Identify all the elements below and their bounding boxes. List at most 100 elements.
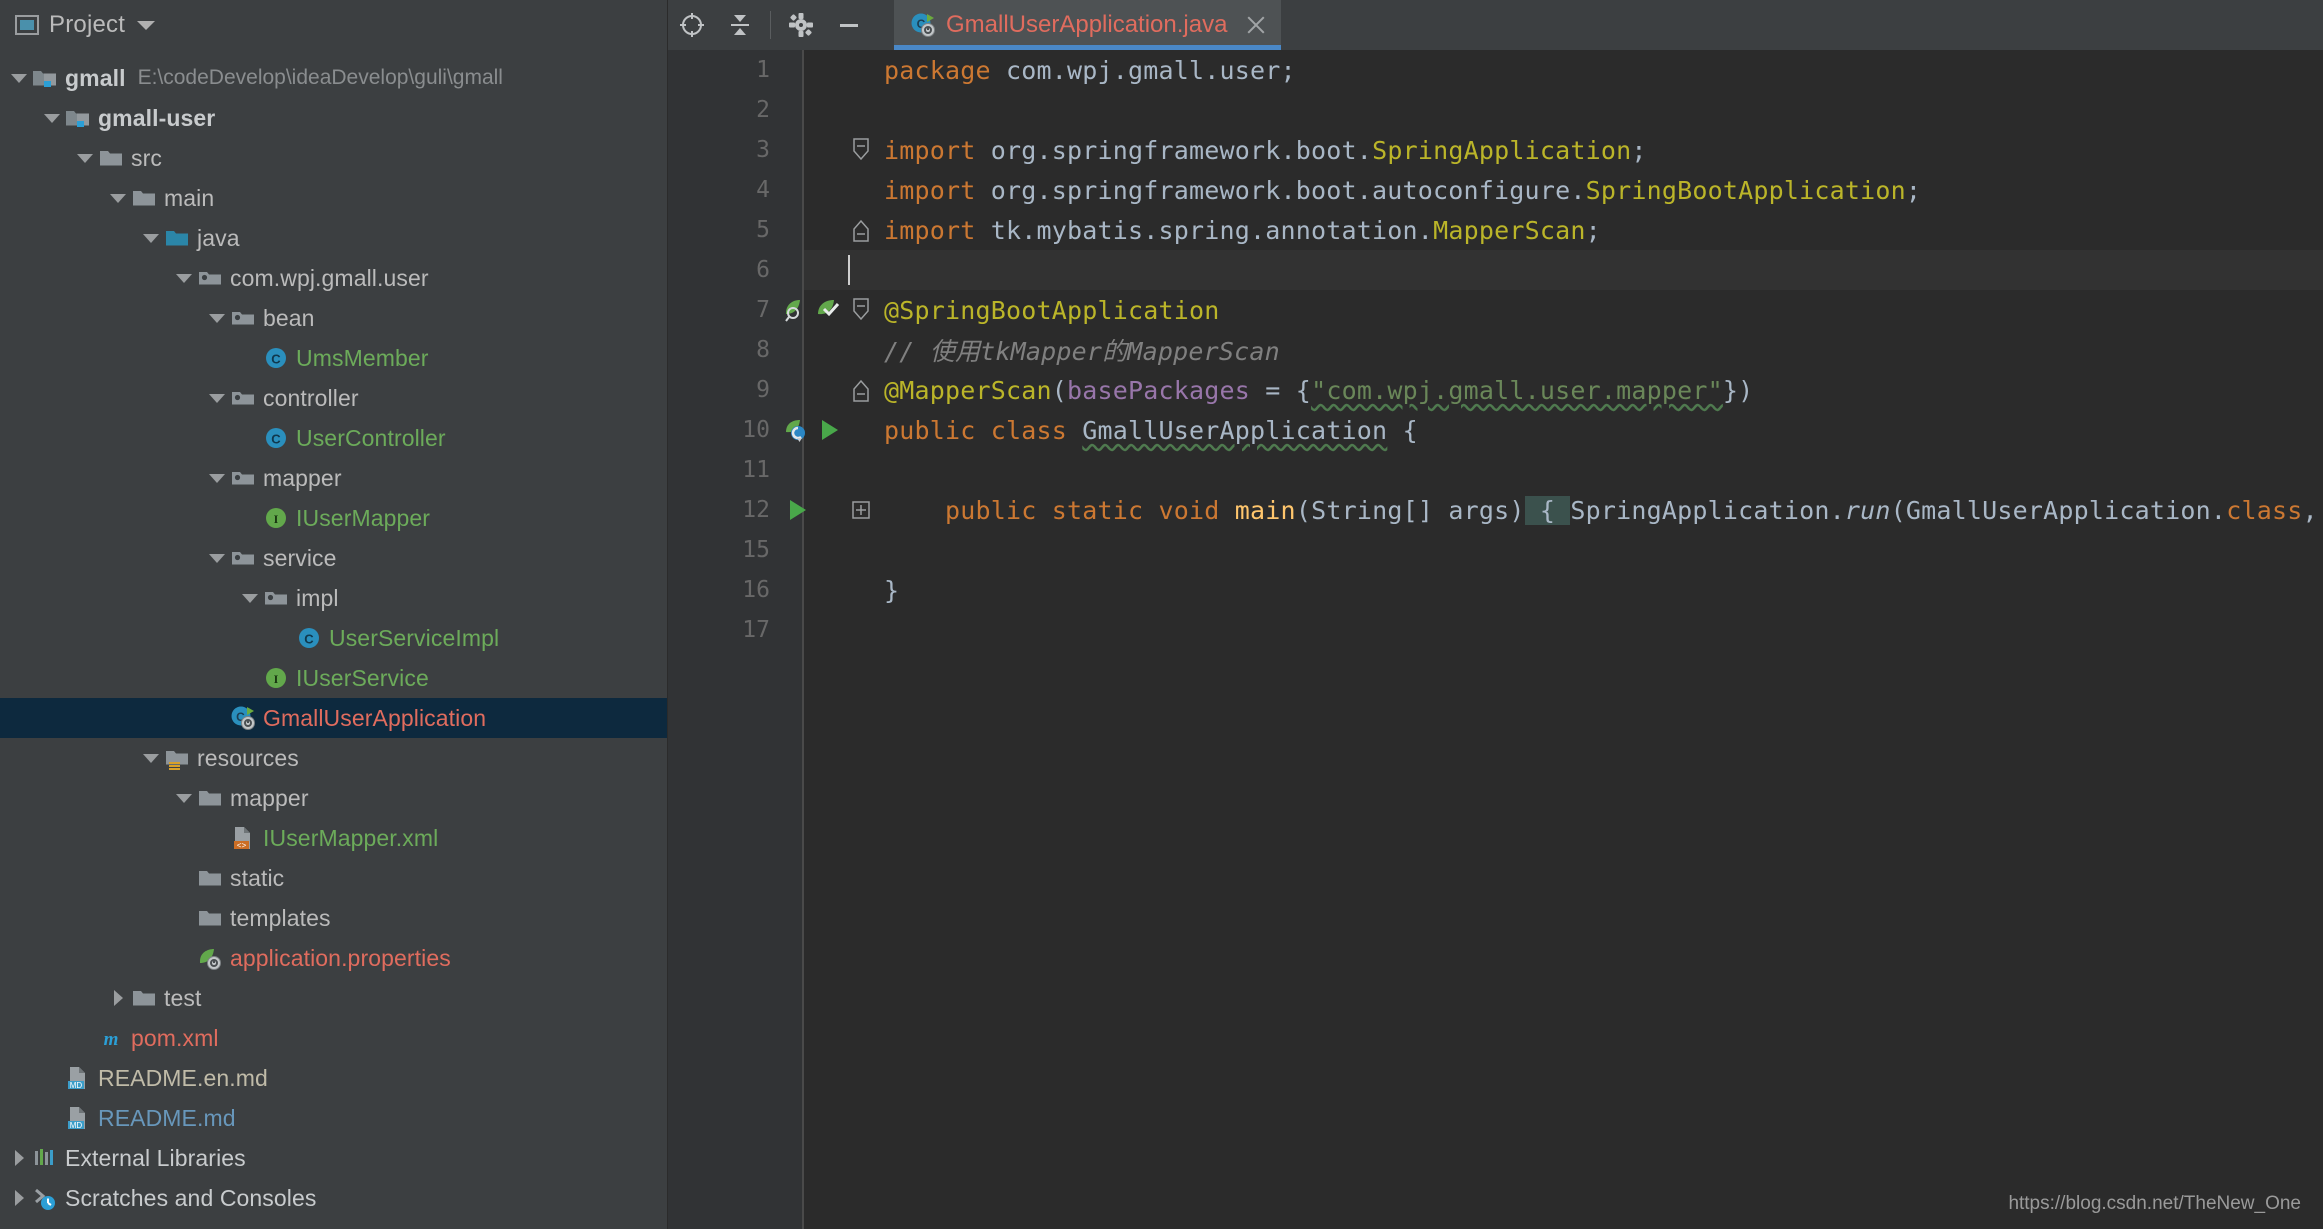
- spring-bean-check-icon[interactable]: [816, 296, 844, 324]
- gutter-icon-group[interactable]: [780, 610, 848, 650]
- tree-twisty-expanded-icon[interactable]: [138, 738, 164, 778]
- code-line-6[interactable]: 6: [668, 250, 2323, 290]
- code-line-12[interactable]: 12 public static void main(String[] args…: [668, 490, 2323, 530]
- tree-row-test[interactable]: test: [0, 978, 667, 1018]
- tree-row-iusermapper[interactable]: IIUserMapper: [0, 498, 667, 538]
- editor-tab-gmalluserapplication[interactable]: C GmallUserApplication.java: [894, 0, 1281, 50]
- tree-row-external-libraries[interactable]: External Libraries: [0, 1138, 667, 1178]
- tree-twisty-expanded-icon[interactable]: [39, 98, 65, 138]
- tree-twisty-collapsed-icon[interactable]: [6, 1178, 32, 1218]
- fold-collapsed-icon[interactable]: [848, 490, 874, 530]
- spring-config-icon[interactable]: [784, 416, 812, 444]
- editor-viewport[interactable]: 1package com.wpj.gmall.user;23import org…: [668, 50, 2323, 1229]
- tree-row-bean[interactable]: bean: [0, 298, 667, 338]
- tree-row-iuserservice[interactable]: IIUserService: [0, 658, 667, 698]
- gutter-icon-group[interactable]: [780, 490, 848, 530]
- tree-row-controller[interactable]: controller: [0, 378, 667, 418]
- collapse-all-icon[interactable]: [716, 3, 764, 47]
- gutter-icon-group[interactable]: [780, 130, 848, 170]
- gutter-icon-group[interactable]: [780, 410, 848, 450]
- code-line-7[interactable]: 7@SpringBootApplication: [668, 290, 2323, 330]
- gutter-icon-group[interactable]: [780, 530, 848, 570]
- tree-row-java[interactable]: java: [0, 218, 667, 258]
- close-icon[interactable]: [1245, 14, 1267, 36]
- tree-twisty-expanded-icon[interactable]: [204, 458, 230, 498]
- code-line-10[interactable]: 10public class GmallUserApplication {: [668, 410, 2323, 450]
- code-line-15[interactable]: 15: [668, 530, 2323, 570]
- locate-icon[interactable]: [668, 3, 716, 47]
- tree-twisty-expanded-icon[interactable]: [138, 218, 164, 258]
- code-line-17[interactable]: 17: [668, 610, 2323, 650]
- gutter-icon-group[interactable]: [780, 570, 848, 610]
- tree-row-main[interactable]: main: [0, 178, 667, 218]
- gutter-icon-group[interactable]: [780, 90, 848, 130]
- tree-row-service[interactable]: service: [0, 538, 667, 578]
- tree-twisty-expanded-icon[interactable]: [6, 58, 32, 98]
- tree-row-gmalluserapplication[interactable]: CGmallUserApplication: [0, 698, 667, 738]
- tree-row-readme-md[interactable]: MDREADME.md: [0, 1098, 667, 1138]
- code-line-2[interactable]: 2: [668, 90, 2323, 130]
- gutter-icon-group[interactable]: [780, 210, 848, 250]
- run-icon[interactable]: [784, 496, 812, 524]
- minimize-icon[interactable]: [825, 3, 873, 47]
- tree-row-com-wpj-gmall-user[interactable]: com.wpj.gmall.user: [0, 258, 667, 298]
- project-toolwindow-header[interactable]: Project: [0, 0, 668, 50]
- tree-twisty-expanded-icon[interactable]: [204, 538, 230, 578]
- code-line-9[interactable]: 9@MapperScan(basePackages = {"com.wpj.gm…: [668, 370, 2323, 410]
- gutter-icon-group[interactable]: [780, 170, 848, 210]
- package-icon: [197, 265, 223, 291]
- tree-twisty-expanded-icon[interactable]: [171, 778, 197, 818]
- tree-row-userserviceimpl[interactable]: CUserServiceImpl: [0, 618, 667, 658]
- tree-twisty-expanded-icon[interactable]: [237, 578, 263, 618]
- gutter-icon-group[interactable]: [780, 370, 848, 410]
- tree-row-label: service: [263, 545, 337, 572]
- tree-row-usercontroller[interactable]: CUserController: [0, 418, 667, 458]
- code-line-11[interactable]: 11: [668, 450, 2323, 490]
- code-content[interactable]: 1package com.wpj.gmall.user;23import org…: [668, 50, 2323, 1229]
- tree-twisty-expanded-icon[interactable]: [204, 378, 230, 418]
- fold-end-icon[interactable]: [848, 370, 874, 410]
- code-line-1[interactable]: 1package com.wpj.gmall.user;: [668, 50, 2323, 90]
- code-line-4[interactable]: 4import org.springframework.boot.autocon…: [668, 170, 2323, 210]
- tree-row-static[interactable]: static: [0, 858, 667, 898]
- code-line-8[interactable]: 8// 使用tkMapper的MapperScan: [668, 330, 2323, 370]
- resource-root-folder-icon: [164, 745, 190, 771]
- gear-icon[interactable]: [777, 3, 825, 47]
- tree-twisty-expanded-icon[interactable]: [204, 298, 230, 338]
- tree-twisty-collapsed-icon[interactable]: [105, 978, 131, 1018]
- fold-start-icon[interactable]: [848, 130, 874, 170]
- tree-row-mapper[interactable]: mapper: [0, 778, 667, 818]
- tree-twisty-expanded-icon[interactable]: [105, 178, 131, 218]
- gutter-icon-group[interactable]: [780, 290, 848, 330]
- tree-row-templates[interactable]: templates: [0, 898, 667, 938]
- tree-row-pom-xml[interactable]: mpom.xml: [0, 1018, 667, 1058]
- tree-row-resources[interactable]: resources: [0, 738, 667, 778]
- tree-row-src[interactable]: src: [0, 138, 667, 178]
- tree-row-application-properties[interactable]: application.properties: [0, 938, 667, 978]
- fold-end-icon[interactable]: [848, 210, 874, 250]
- tree-row-label: gmall: [65, 65, 126, 92]
- tree-twisty-expanded-icon[interactable]: [171, 258, 197, 298]
- code-line-5[interactable]: 5import tk.mybatis.spring.annotation.Map…: [668, 210, 2323, 250]
- project-tree[interactable]: gmallE:\codeDevelop\ideaDevelop\guli\gma…: [0, 50, 668, 1229]
- chevron-down-icon[interactable]: [137, 21, 155, 30]
- tree-row-impl[interactable]: impl: [0, 578, 667, 618]
- tree-twisty-expanded-icon[interactable]: [72, 138, 98, 178]
- tree-row-gmall[interactable]: gmallE:\codeDevelop\ideaDevelop\guli\gma…: [0, 58, 667, 98]
- tree-row-scratches-and-consoles[interactable]: Scratches and Consoles: [0, 1178, 667, 1218]
- tree-row-mapper[interactable]: mapper: [0, 458, 667, 498]
- run-icon[interactable]: [816, 416, 844, 444]
- code-line-3[interactable]: 3import org.springframework.boot.SpringA…: [668, 130, 2323, 170]
- tree-row-iusermapper-xml[interactable]: <>IUserMapper.xml: [0, 818, 667, 858]
- code-line-16[interactable]: 16}: [668, 570, 2323, 610]
- gutter-icon-group[interactable]: [780, 450, 848, 490]
- tree-twisty-collapsed-icon[interactable]: [6, 1138, 32, 1178]
- tree-row-umsmember[interactable]: CUmsMember: [0, 338, 667, 378]
- spring-bean-search-icon[interactable]: [784, 296, 812, 324]
- code-editor[interactable]: 1package com.wpj.gmall.user;23import org…: [668, 50, 2323, 1229]
- tree-row-gmall-user[interactable]: gmall-user: [0, 98, 667, 138]
- gutter-icon-group[interactable]: [780, 330, 848, 370]
- fold-start-icon[interactable]: [848, 290, 874, 330]
- gutter-icon-group[interactable]: [780, 50, 848, 90]
- tree-row-readme-en-md[interactable]: MDREADME.en.md: [0, 1058, 667, 1098]
